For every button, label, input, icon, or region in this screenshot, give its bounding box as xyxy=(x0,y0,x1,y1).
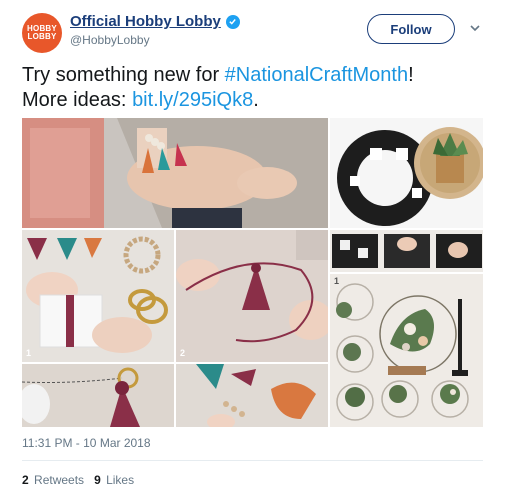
follow-button[interactable]: Follow xyxy=(367,14,455,44)
likes-stat[interactable]: 9 Likes xyxy=(94,473,134,487)
tweet-text: Try something new for #NationalCraftMont… xyxy=(22,63,492,113)
photo-hoop-wreath[interactable]: 1 xyxy=(330,274,483,427)
photo-ribbon-wreath-art xyxy=(330,118,483,228)
stats-divider xyxy=(22,460,483,461)
retweets-label: Retweets xyxy=(34,473,85,487)
tweet-text-part: ! xyxy=(408,64,414,86)
step-number: 1 xyxy=(334,276,340,286)
tweet-text-line2: More ideas: bit.ly/295iQk8. xyxy=(22,88,492,113)
likes-count: 9 xyxy=(94,473,101,487)
verified-check-icon xyxy=(225,14,240,29)
photo-step2-tassel[interactable]: 2 xyxy=(176,230,328,362)
photo-hoop-wreath-art xyxy=(330,274,483,427)
photo-wreath-steps-top[interactable] xyxy=(330,230,483,272)
tweet-card: HOBBY LOBBY Official Hobby Lobby @HobbyL… xyxy=(0,0,505,501)
photo-wreath-steps-top-art xyxy=(330,230,483,272)
photo-tassel-ring[interactable] xyxy=(22,364,174,427)
media-collage[interactable]: 1 2 1 xyxy=(22,118,483,427)
author-name-row: Official Hobby Lobby xyxy=(70,13,240,30)
tweet-text-line1: Try something new for #NationalCraftMont… xyxy=(22,63,492,88)
photo-ribbon-wreath[interactable] xyxy=(330,118,483,228)
step-number: 2 xyxy=(180,348,186,358)
tweet-text-part: More ideas: xyxy=(22,89,133,111)
photo-tassel-bracelet-art xyxy=(22,118,328,228)
likes-label: Likes xyxy=(106,473,135,487)
avatar[interactable]: HOBBY LOBBY xyxy=(22,13,62,53)
avatar-text-line2: LOBBY xyxy=(27,32,57,41)
photo-tassel-bracelet[interactable] xyxy=(22,118,328,228)
chevron-down-icon[interactable] xyxy=(467,20,483,36)
photo-step1-yarn-art xyxy=(22,230,174,362)
display-name[interactable]: Official Hobby Lobby xyxy=(70,13,221,30)
tweet-text-part: Try something new for xyxy=(22,64,225,86)
url-link[interactable]: bit.ly/295iQk8 xyxy=(132,89,253,111)
author-handle[interactable]: @HobbyLobby xyxy=(70,33,150,47)
hashtag-link[interactable]: #NationalCraftMonth xyxy=(225,64,408,86)
retweets-count: 2 xyxy=(22,473,29,487)
photo-floss-beads-art xyxy=(176,364,328,427)
photo-floss-beads[interactable] xyxy=(176,364,328,427)
retweets-stat[interactable]: 2 Retweets xyxy=(22,473,84,487)
tweet-stats: 2 Retweets 9 Likes xyxy=(22,473,134,487)
tweet-text-part: . xyxy=(253,89,259,111)
photo-step2-tassel-art xyxy=(176,230,328,362)
tweet-timestamp[interactable]: 11:31 PM - 10 Mar 2018 xyxy=(22,436,151,450)
photo-step1-yarn[interactable]: 1 xyxy=(22,230,174,362)
step-number: 1 xyxy=(26,348,32,358)
photo-tassel-ring-art xyxy=(22,364,174,427)
